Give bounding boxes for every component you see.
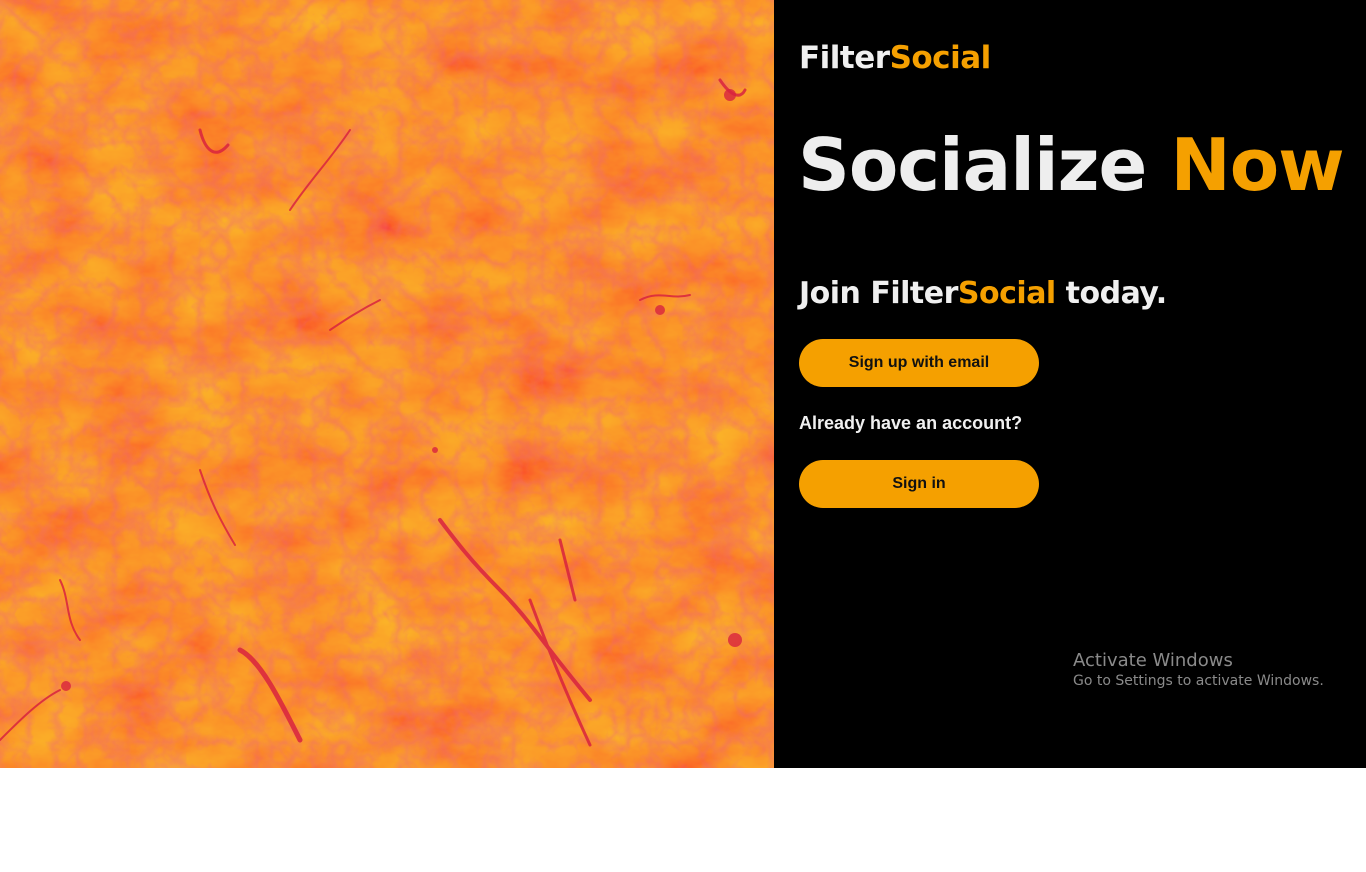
join-brand-part1: Filter: [870, 276, 958, 311]
headline-part1: Socialize: [798, 123, 1171, 207]
join-suffix: today.: [1055, 276, 1167, 311]
activate-windows-watermark: Activate Windows Go to Settings to activ…: [1073, 650, 1324, 689]
page: FilterSocial Socialize Now Join FilterSo…: [0, 0, 1366, 872]
join-heading: Join FilterSocial today.: [799, 276, 1167, 311]
brand-logo[interactable]: FilterSocial: [799, 40, 991, 76]
page-headline: Socialize Now: [798, 122, 1345, 208]
join-prefix: Join: [799, 276, 871, 311]
brand-name-part2: Social: [889, 40, 992, 76]
signup-panel: FilterSocial Socialize Now Join FilterSo…: [774, 0, 1366, 768]
brand-name-part1: Filter: [799, 40, 890, 76]
hero-texture-image: [0, 0, 774, 768]
watermark-title: Activate Windows: [1073, 650, 1233, 671]
already-have-account-text: Already have an account?: [799, 413, 1023, 433]
sign-in-button[interactable]: Sign in: [799, 460, 1039, 508]
headline-part2: Now: [1170, 123, 1344, 207]
join-brand-part2: Social: [957, 276, 1056, 311]
sign-up-with-email-button[interactable]: Sign up with email: [799, 339, 1039, 387]
watermark-subtitle: Go to Settings to activate Windows.: [1073, 673, 1324, 689]
